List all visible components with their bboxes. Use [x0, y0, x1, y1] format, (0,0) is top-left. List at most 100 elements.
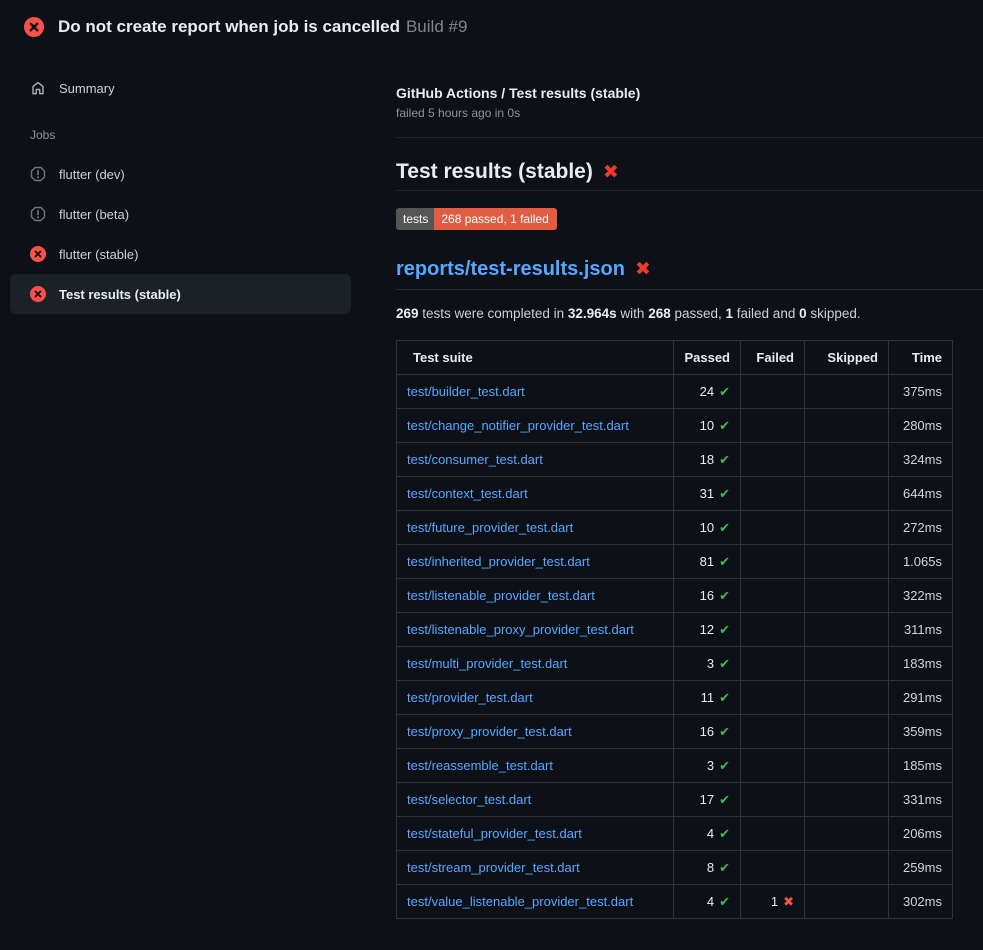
test-suite-link[interactable]: test/selector_test.dart [407, 792, 531, 807]
failed-x-icon: ✖ [635, 260, 651, 279]
failed-cell [741, 817, 805, 851]
table-row: test/builder_test.dart24✔375ms [397, 375, 953, 409]
skipped-cell [805, 715, 889, 749]
table-row: test/value_listenable_provider_test.dart… [397, 885, 953, 919]
failed-cell [741, 783, 805, 817]
test-suite-link[interactable]: test/proxy_provider_test.dart [407, 724, 572, 739]
test-suite-link[interactable]: test/multi_provider_test.dart [407, 656, 567, 671]
skipped-cell [805, 783, 889, 817]
time-cell: 259ms [889, 851, 953, 885]
failed-x-icon: ✖ [603, 163, 619, 182]
test-suite-cell: test/stateful_provider_test.dart [397, 817, 674, 851]
sidebar-item-flutter-stable[interactable]: flutter (stable) [10, 234, 351, 274]
passed-cell: 10✔ [674, 511, 741, 545]
passed-cell: 4✔ [674, 885, 741, 919]
test-suite-cell: test/inherited_provider_test.dart [397, 545, 674, 579]
time-cell: 185ms [889, 749, 953, 783]
passed-cell-value: 3 [707, 758, 714, 773]
test-suite-link[interactable]: test/builder_test.dart [407, 384, 525, 399]
check-icon: ✔ [719, 690, 730, 705]
passed-cell-value: 24 [700, 384, 714, 399]
table-header-row: Test suite Passed Failed Skipped Time [397, 341, 953, 375]
test-suite-link[interactable]: test/value_listenable_provider_test.dart [407, 894, 633, 909]
workflow-run-title: Do not create report when job is cancell… [58, 17, 400, 36]
passed-cell-value: 31 [700, 486, 714, 501]
run-status-line: failed 5 hours ago in 0s [396, 106, 983, 120]
column-header-failed: Failed [741, 341, 805, 375]
column-header-time: Time [889, 341, 953, 375]
skipped-cell [805, 477, 889, 511]
summary-line: 269 tests were completed in 32.964s with… [396, 306, 983, 321]
sidebar-item-label: flutter (beta) [59, 207, 129, 222]
column-header-test-suite: Test suite [397, 341, 674, 375]
passed-cell: 16✔ [674, 715, 741, 749]
check-icon: ✔ [719, 554, 730, 569]
test-suite-link[interactable]: test/future_provider_test.dart [407, 520, 573, 535]
passed-cell-value: 18 [700, 452, 714, 467]
sidebar-item-label: flutter (stable) [59, 247, 138, 262]
x-icon: ✖ [783, 894, 794, 909]
test-suite-cell: test/provider_test.dart [397, 681, 674, 715]
test-suite-link[interactable]: test/consumer_test.dart [407, 452, 543, 467]
divider [396, 137, 983, 138]
table-row: test/listenable_proxy_provider_test.dart… [397, 613, 953, 647]
section-title-text: Test results (stable) [396, 160, 593, 184]
table-row: test/stream_provider_test.dart8✔259ms [397, 851, 953, 885]
test-suite-link[interactable]: test/listenable_provider_test.dart [407, 588, 595, 603]
test-suite-cell: test/listenable_provider_test.dart [397, 579, 674, 613]
sidebar-item-summary[interactable]: Summary [10, 68, 351, 108]
passed-cell-value: 10 [700, 418, 714, 433]
test-suite-link[interactable]: test/change_notifier_provider_test.dart [407, 418, 629, 433]
test-suite-cell: test/selector_test.dart [397, 783, 674, 817]
time-cell: 206ms [889, 817, 953, 851]
table-row: test/context_test.dart31✔644ms [397, 477, 953, 511]
table-row: test/change_notifier_provider_test.dart 1… [397, 409, 953, 443]
report-file-heading[interactable]: reports/test-results.json ✖ [396, 258, 983, 290]
table-row: test/multi_provider_test.dart3✔183ms [397, 647, 953, 681]
test-suite-link[interactable]: test/context_test.dart [407, 486, 528, 501]
test-suite-link[interactable]: test/stream_provider_test.dart [407, 860, 580, 875]
badge-label: tests [396, 208, 434, 230]
sidebar-item-label: flutter (dev) [59, 167, 125, 182]
passed-cell: 11 ✔ [674, 681, 741, 715]
skipped-cell [805, 749, 889, 783]
sidebar-item-flutter-dev[interactable]: flutter (dev) [10, 154, 351, 194]
failed-cell [741, 579, 805, 613]
passed-cell: 31✔ [674, 477, 741, 511]
column-header-passed: Passed [674, 341, 741, 375]
skipped-cell [805, 885, 889, 919]
sidebar-item-test-results-stable[interactable]: Test results (stable) [10, 274, 351, 314]
check-icon: ✔ [719, 452, 730, 467]
test-suite-link[interactable]: test/reassemble_test.dart [407, 758, 553, 773]
test-suite-link[interactable]: test/stateful_provider_test.dart [407, 826, 582, 841]
time-cell: 331ms [889, 783, 953, 817]
table-row: test/selector_test.dart17✔331ms [397, 783, 953, 817]
time-cell: 311ms [889, 613, 953, 647]
passed-cell-value: 4 [707, 894, 714, 909]
tests-badge: tests 268 passed, 1 failed [396, 208, 557, 230]
skipped-cell [805, 851, 889, 885]
passed-cell: 3✔ [674, 647, 741, 681]
skipped-cell [805, 511, 889, 545]
test-suite-link[interactable]: test/listenable_proxy_provider_test.dart [407, 622, 634, 637]
passed-cell: 10 ✔ [674, 409, 741, 443]
skipped-cell [805, 409, 889, 443]
sidebar-item-flutter-beta[interactable]: flutter (beta) [10, 194, 351, 234]
test-suite-cell: test/stream_provider_test.dart [397, 851, 674, 885]
test-suite-cell: test/change_notifier_provider_test.dart [397, 409, 674, 443]
skipped-cell [805, 817, 889, 851]
report-file-link[interactable]: reports/test-results.json [396, 258, 625, 281]
check-icon: ✔ [719, 418, 730, 433]
time-cell: 322ms [889, 579, 953, 613]
failed-cell [741, 647, 805, 681]
test-suite-link[interactable]: test/inherited_provider_test.dart [407, 554, 590, 569]
passed-cell-value: 81 [700, 554, 714, 569]
passed-cell-value: 4 [707, 826, 714, 841]
failed-cell [741, 545, 805, 579]
passed-cell-value: 11 [701, 690, 715, 705]
test-suite-link[interactable]: test/provider_test.dart [407, 690, 533, 705]
time-cell: 280ms [889, 409, 953, 443]
failed-cell [741, 715, 805, 749]
passed-cell: 3✔ [674, 749, 741, 783]
build-number: Build #9 [406, 17, 467, 36]
